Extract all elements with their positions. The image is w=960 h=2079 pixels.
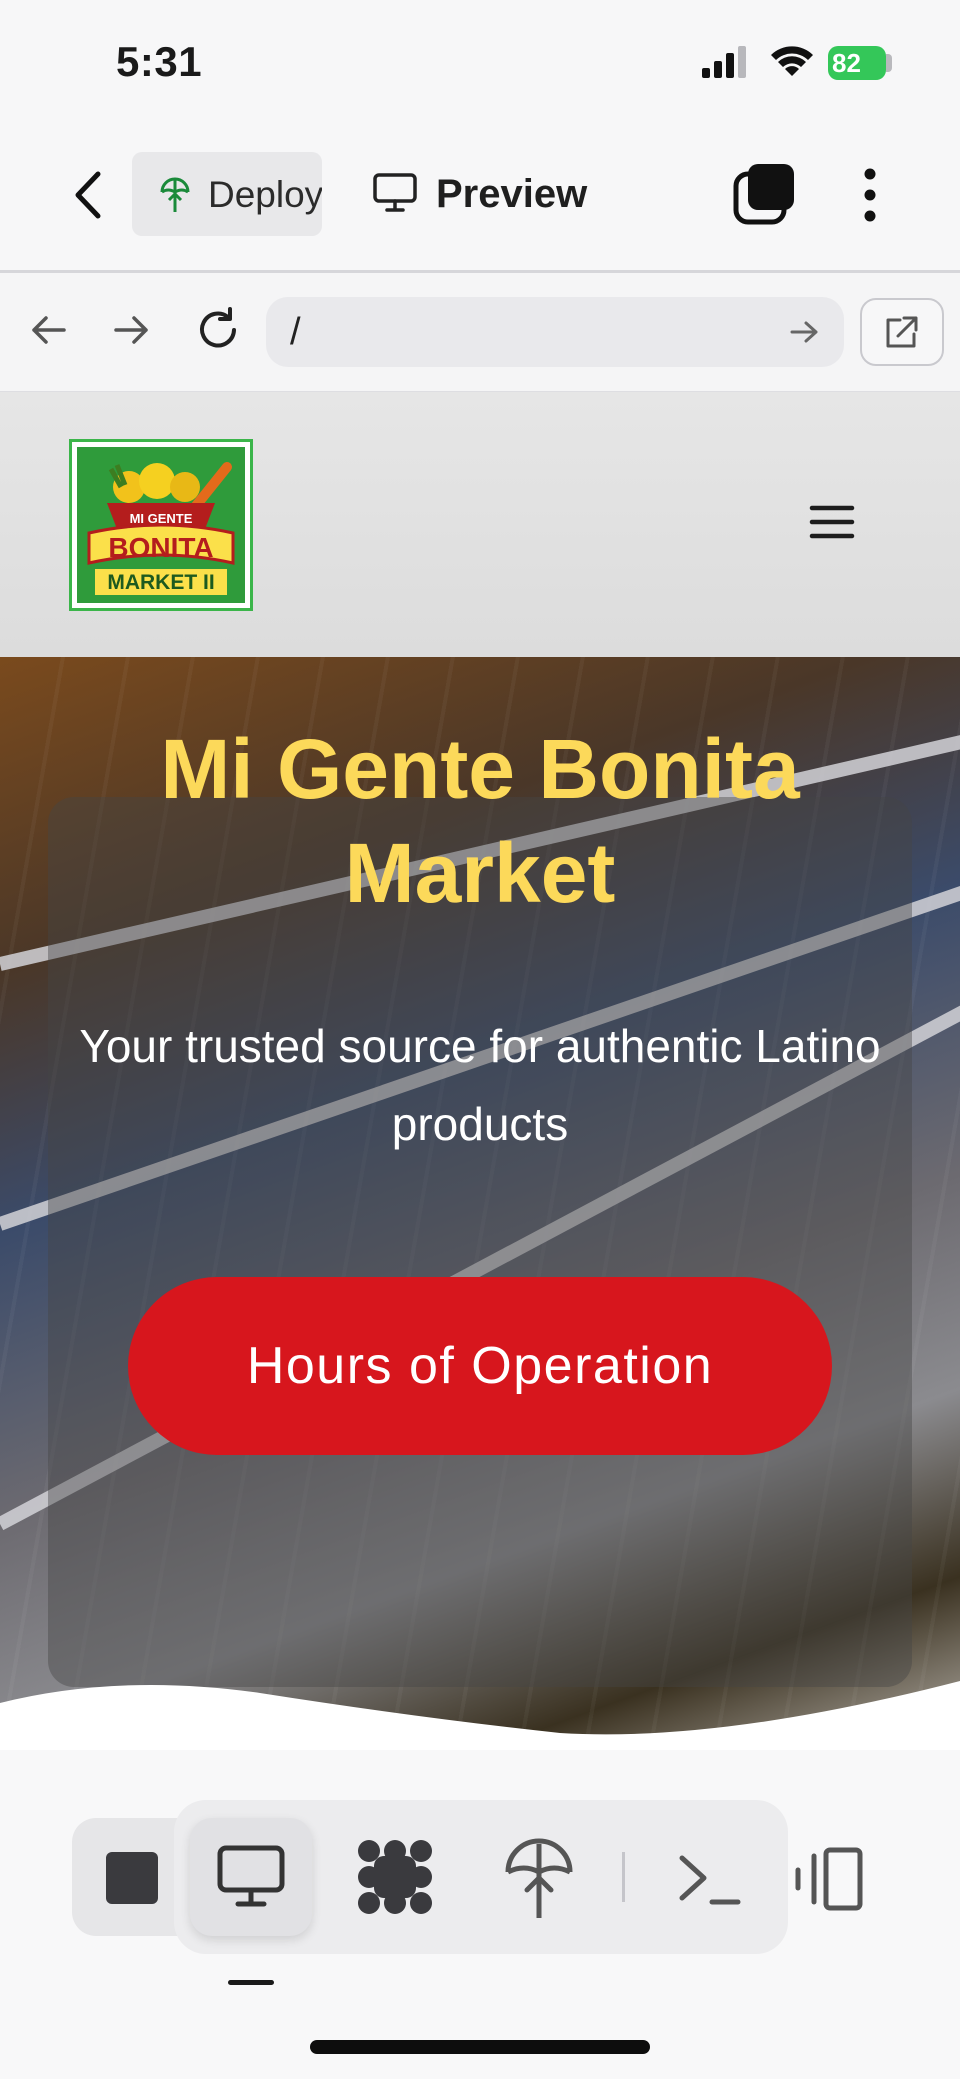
home-indicator xyxy=(310,2040,650,2054)
toolbar-separator xyxy=(622,1852,625,1902)
url-input-value: / xyxy=(290,311,301,353)
monitor-icon xyxy=(373,173,417,212)
status-time: 5:31 xyxy=(116,38,203,85)
wifi-icon xyxy=(771,46,813,76)
tab-preview[interactable]: Preview xyxy=(368,152,608,236)
logo-emblem: MI GENTE BONITA MARKET II xyxy=(77,447,245,603)
open-external-button[interactable] xyxy=(860,298,944,366)
tab-deploy-label: Deploy xyxy=(208,174,322,215)
terminal-icon[interactable] xyxy=(666,1834,756,1924)
store-logo[interactable]: MI GENTE BONITA MARKET II xyxy=(69,439,253,611)
nav-back-arrow-icon[interactable] xyxy=(26,308,70,352)
hero-subtitle: Your trusted source for authentic Latino… xyxy=(79,1020,881,1150)
active-tab-indicator xyxy=(228,1980,274,1985)
hero-section: Mi Gente Bonita Market Your trusted sour… xyxy=(0,657,960,1750)
nav-forward-arrow-icon[interactable] xyxy=(110,308,154,352)
cellular-signal-icon xyxy=(702,46,746,78)
hamburger-menu-icon[interactable] xyxy=(808,502,856,542)
workflows-icon[interactable] xyxy=(350,1832,440,1922)
back-chevron-icon[interactable] xyxy=(60,160,116,230)
side-panel-icon[interactable] xyxy=(786,1834,876,1924)
website-preview: MI GENTE BONITA MARKET II Mi Gente Bonit… xyxy=(0,392,960,1750)
hero-overlay-card xyxy=(48,797,912,1687)
tab-deploy[interactable]: Deploy xyxy=(132,152,322,236)
go-arrow-icon[interactable] xyxy=(788,315,822,349)
hero-wave-divider xyxy=(0,1681,960,1750)
more-options-icon[interactable] xyxy=(850,160,890,230)
tab-preview-label: Preview xyxy=(436,172,588,216)
open-external-icon xyxy=(886,316,918,348)
battery-level: 82 xyxy=(828,46,886,80)
hours-of-operation-button[interactable]: Hours of Operation xyxy=(128,1277,832,1455)
deploy-icon[interactable] xyxy=(494,1834,584,1924)
stop-icon xyxy=(106,1852,158,1904)
monitor-icon xyxy=(217,1845,285,1907)
tabs-switcher-icon[interactable] xyxy=(730,160,800,230)
battery-tip xyxy=(886,54,892,72)
deploy-icon xyxy=(160,177,190,212)
reload-icon[interactable] xyxy=(194,306,242,354)
logo-text-line3: MARKET II xyxy=(107,571,214,594)
hero-title: Mi Gente Bonita Market xyxy=(160,722,800,920)
url-input[interactable]: / xyxy=(266,297,844,367)
tool-preview-button[interactable] xyxy=(190,1818,312,1936)
logo-text-line2: BONITA xyxy=(108,532,213,563)
